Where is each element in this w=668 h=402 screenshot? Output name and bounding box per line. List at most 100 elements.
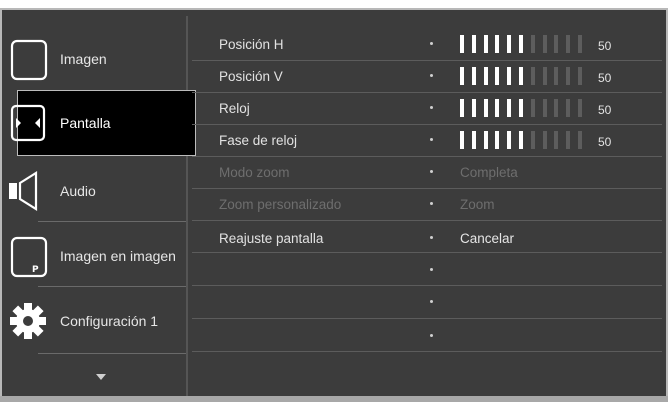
slider-tick — [507, 35, 512, 53]
sidebar-item-imagen[interactable]: Imagen — [8, 26, 188, 92]
bullet-dot — [430, 170, 433, 173]
slider-tick — [460, 35, 464, 53]
slider-tick — [554, 67, 559, 85]
slider-tick — [460, 67, 464, 85]
setting-row-fase-de-reloj[interactable]: Fase de reloj 50 — [192, 125, 652, 157]
slider-tick — [460, 131, 464, 149]
row-divider — [192, 252, 662, 253]
slider-tick — [542, 131, 547, 149]
pip-icon: P — [10, 236, 48, 278]
sidebar-item-audio[interactable]: Audio — [8, 158, 188, 224]
setting-label: Posición V — [219, 69, 283, 84]
slider-tick — [566, 131, 571, 149]
slider-fase-de-reloj[interactable] — [460, 131, 590, 149]
slider-tick — [519, 99, 523, 117]
slider-reloj[interactable] — [460, 99, 590, 117]
setting-row-posicion-v[interactable]: Posición V 50 — [192, 61, 652, 93]
slider-value: 50 — [598, 135, 612, 149]
slider-tick — [566, 35, 571, 53]
slider-tick — [554, 99, 559, 117]
slider-posicion-h[interactable] — [460, 35, 590, 53]
slider-tick — [471, 67, 476, 85]
slider-tick — [542, 67, 547, 85]
slider-tick — [530, 35, 535, 53]
slider-tick — [530, 131, 535, 149]
setting-row-empty — [192, 287, 652, 319]
frame-bottom-edge — [0, 396, 668, 402]
sidebar-item-configuracion-1[interactable]: Configuración 1 — [8, 288, 188, 354]
row-divider — [192, 285, 662, 286]
setting-row-empty — [192, 255, 652, 287]
setting-row-zoom-personalizado: Zoom personalizado Zoom — [192, 189, 652, 221]
slider-tick — [507, 67, 512, 85]
setting-row-empty — [192, 321, 652, 353]
slider-tick — [471, 99, 476, 117]
screen-arrows-icon — [10, 104, 46, 142]
chevron-down-icon[interactable] — [96, 374, 106, 380]
setting-row-reloj[interactable]: Reloj 50 — [192, 93, 652, 125]
slider-tick — [578, 35, 582, 53]
slider-tick — [483, 35, 488, 53]
setting-row-reajuste-pantalla[interactable]: Reajuste pantalla Cancelar — [192, 223, 652, 255]
sidebar-item-label: Pantalla — [60, 115, 111, 131]
setting-row-modo-zoom: Modo zoom Completa — [192, 157, 652, 189]
setting-value[interactable]: Cancelar — [460, 231, 514, 246]
speaker-icon — [9, 171, 38, 211]
slider-tick — [578, 131, 582, 149]
slider-tick — [519, 131, 523, 149]
slider-value: 50 — [598, 71, 612, 85]
setting-value: Zoom — [460, 197, 495, 212]
slider-tick — [566, 99, 571, 117]
bullet-dot — [430, 42, 433, 45]
slider-tick — [483, 67, 488, 85]
bullet-dot — [430, 268, 433, 271]
slider-tick — [507, 131, 512, 149]
setting-value: Completa — [460, 165, 518, 180]
slider-tick — [542, 99, 547, 117]
setting-label: Modo zoom — [219, 165, 290, 180]
sidebar: Imagen Pantalla Audio P Imagen en imagen — [8, 16, 196, 396]
sidebar-divider — [38, 353, 186, 354]
sidebar-divider — [38, 221, 186, 222]
setting-label: Fase de reloj — [219, 133, 298, 148]
slider-tick — [495, 99, 500, 117]
setting-label: Zoom personalizado — [219, 197, 342, 212]
slider-tick — [507, 99, 512, 117]
slider-tick — [566, 67, 571, 85]
sidebar-item-label: Imagen — [60, 51, 107, 67]
gear-icon — [10, 303, 46, 339]
slider-posicion-v[interactable] — [460, 67, 590, 85]
sidebar-item-label: Audio — [60, 183, 96, 199]
slider-tick — [471, 35, 476, 53]
bullet-dot — [430, 300, 433, 303]
row-divider — [192, 351, 662, 352]
bullet-dot — [430, 236, 433, 239]
slider-tick — [495, 131, 500, 149]
slider-tick — [483, 131, 488, 149]
svg-text:P: P — [32, 265, 39, 275]
sidebar-item-imagen-en-imagen[interactable]: P Imagen en imagen — [8, 223, 188, 289]
slider-tick — [519, 67, 523, 85]
bullet-dot — [430, 138, 433, 141]
setting-label: Reajuste pantalla — [219, 231, 324, 246]
slider-value: 50 — [598, 39, 612, 53]
slider-tick — [483, 99, 488, 117]
slider-value: 50 — [598, 103, 612, 117]
slider-tick — [471, 131, 476, 149]
slider-tick — [530, 67, 535, 85]
slider-tick — [495, 67, 500, 85]
sidebar-item-label: Configuración 1 — [60, 313, 159, 329]
bullet-dot — [430, 202, 433, 205]
sidebar-item-pantalla[interactable]: Pantalla — [10, 90, 196, 156]
setting-label: Posición H — [219, 37, 284, 52]
bullet-dot — [430, 106, 433, 109]
slider-tick — [554, 35, 559, 53]
monitor-icon — [10, 39, 48, 81]
slider-tick — [542, 35, 547, 53]
slider-tick — [578, 99, 582, 117]
slider-tick — [460, 99, 464, 117]
slider-tick — [530, 99, 535, 117]
setting-row-posicion-h[interactable]: Posición H 50 — [192, 29, 652, 61]
sidebar-divider — [38, 286, 186, 287]
slider-tick — [578, 67, 582, 85]
